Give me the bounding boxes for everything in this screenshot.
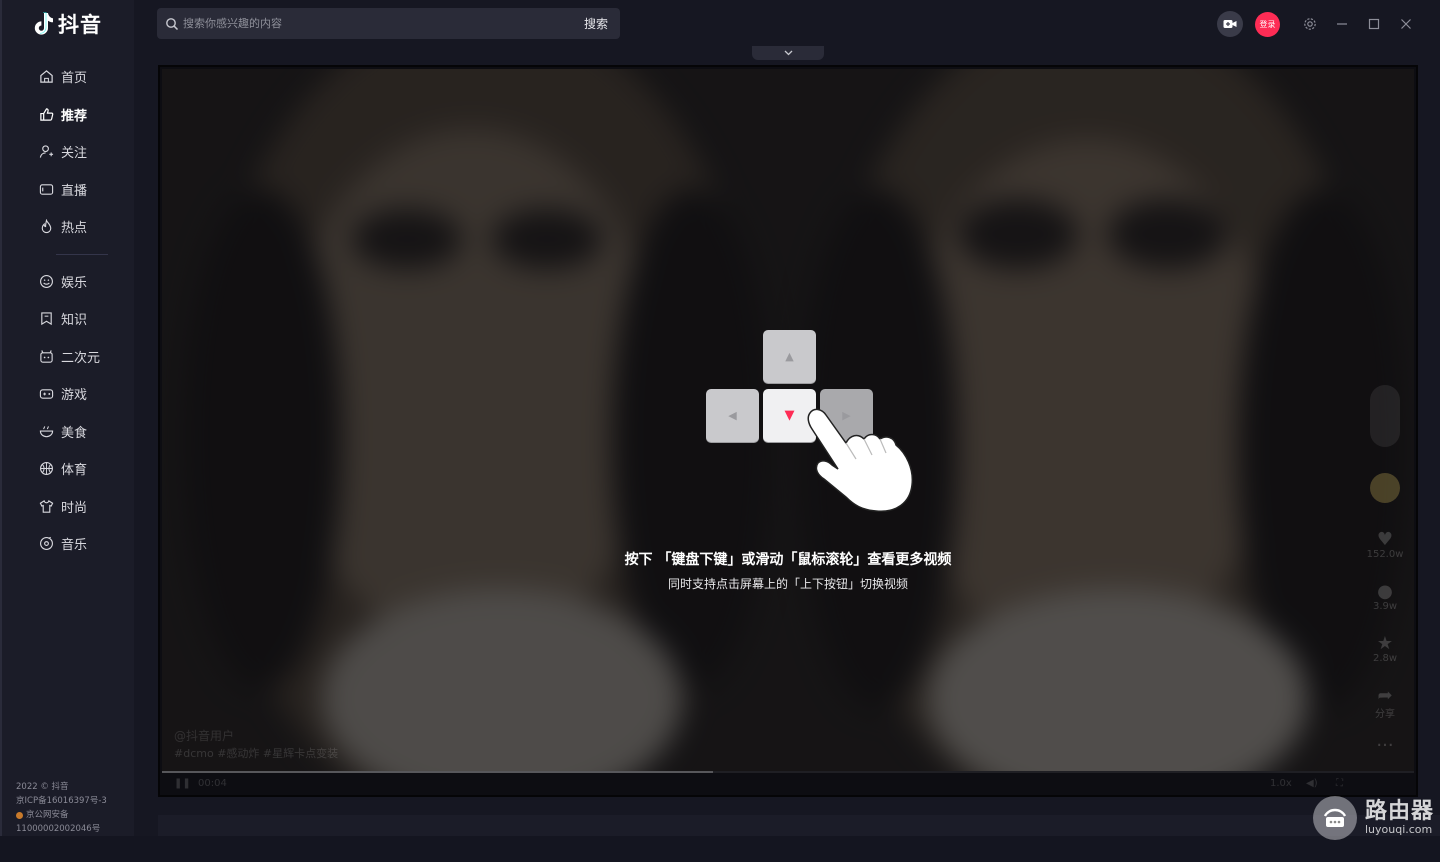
sidebar-item-games[interactable]: 游戏 xyxy=(38,375,128,413)
bottom-strip xyxy=(158,815,1440,836)
volume-icon[interactable]: ◀) xyxy=(1306,778,1318,789)
sidebar-item-anime[interactable]: 二次元 xyxy=(38,338,128,376)
sidebar-item-hot[interactable]: 热点 xyxy=(38,208,128,246)
music-disc-icon xyxy=(38,535,55,552)
player-controls: ❚❚ 00:04 1.0x ◀) ⛶ xyxy=(162,774,1414,794)
smile-icon xyxy=(38,273,55,290)
sidebar-item-label: 美食 xyxy=(61,425,88,441)
sidebar-item-follow[interactable]: 关注 xyxy=(38,133,128,171)
sidebar-item-label: 知识 xyxy=(61,313,88,329)
watermark-site: luyouqi.com xyxy=(1364,823,1433,836)
pause-button[interactable]: ❚❚ xyxy=(174,778,191,789)
sidebar-item-sports[interactable]: 体育 xyxy=(38,450,128,488)
search-input[interactable] xyxy=(183,17,573,30)
sidebar-item-live[interactable]: 直播 xyxy=(38,171,128,209)
login-button[interactable]: 登录 xyxy=(1255,11,1280,37)
sidebar-item-label: 二次元 xyxy=(61,350,101,366)
anime-icon xyxy=(38,348,55,365)
shirt-icon xyxy=(38,498,55,515)
sidebar-item-label: 娱乐 xyxy=(61,275,88,291)
arrow-key-up: ▲ xyxy=(763,330,816,383)
book-icon xyxy=(38,310,55,327)
speed-button[interactable]: 1.0x xyxy=(1270,778,1292,789)
maximize-button[interactable] xyxy=(1364,14,1384,34)
police-record-number: 11000002002046号 xyxy=(16,824,101,834)
app-logo[interactable]: 抖音 xyxy=(32,9,102,39)
close-icon xyxy=(1401,19,1411,29)
keyboard-guide-overlay: ▲ ◀ ▼ ▶ 按下 「键盘下键」或滑动「鼠标滚轮」查看更多视频 同时支持点击屏… xyxy=(162,69,1414,771)
search-bar: 搜索 xyxy=(157,8,620,39)
video-progress-bar[interactable] xyxy=(162,771,1414,773)
icp-link[interactable]: 京ICP备16016397号-3 xyxy=(16,794,107,808)
video-progress-fill xyxy=(162,771,713,773)
sidebar-divider xyxy=(56,253,108,255)
playback-time: 00:04 xyxy=(198,778,227,789)
app-window: 抖音 首页 推荐 关注 直播 热点 娱乐 知识 二次元 游戏 美食 体育 时尚 … xyxy=(0,0,1440,862)
app-name: 抖音 xyxy=(58,13,102,37)
sidebar-item-label: 推荐 xyxy=(61,108,88,124)
sidebar-item-label: 热点 xyxy=(61,221,88,237)
sidebar-item-label: 体育 xyxy=(61,463,88,479)
gear-icon xyxy=(1304,18,1316,30)
video-camera-icon xyxy=(1223,20,1237,28)
arrow-key-left: ◀ xyxy=(706,389,759,442)
fullscreen-icon[interactable]: ⛶ xyxy=(1336,778,1343,789)
sidebar-item-home[interactable]: 首页 xyxy=(38,58,128,96)
video-frame[interactable]: @抖音用户 #dcmo #感动炸 #星辉卡点变装 ♥ 152.0w ● 3.9w… xyxy=(162,69,1414,771)
pointing-hand-icon xyxy=(807,408,914,512)
sidebar-item-music[interactable]: 音乐 xyxy=(38,525,128,563)
router-logo-icon xyxy=(1312,796,1357,840)
police-record-label: 京公网安备 xyxy=(26,810,69,820)
gamepad-icon xyxy=(38,385,55,402)
chevron-down-icon xyxy=(784,50,792,56)
window-bottom-bar xyxy=(0,836,1440,862)
upload-video-button[interactable] xyxy=(1217,11,1243,37)
triangle-left-icon: ◀ xyxy=(728,409,737,422)
collapse-header-toggle[interactable] xyxy=(752,46,824,60)
triangle-down-icon: ▼ xyxy=(784,408,795,423)
sidebar-item-food[interactable]: 美食 xyxy=(38,413,128,451)
sidebar-item-label: 游戏 xyxy=(61,388,88,404)
search-icon xyxy=(166,17,179,30)
police-record-link[interactable]: 京公网安备 xyxy=(16,808,107,822)
close-button[interactable] xyxy=(1396,14,1416,34)
sidebar-item-label: 直播 xyxy=(61,183,88,199)
watermark-title: 路由器 xyxy=(1364,799,1434,824)
police-badge-icon xyxy=(16,811,23,819)
copyright-text: 2022 © 抖音 xyxy=(16,782,69,792)
video-player[interactable]: @抖音用户 #dcmo #感动炸 #星辉卡点变装 ♥ 152.0w ● 3.9w… xyxy=(158,65,1418,797)
site-watermark: 路由器 luyouqi.com xyxy=(1312,796,1434,840)
sidebar-item-label: 关注 xyxy=(61,146,88,162)
watermark-text: 路由器 luyouqi.com xyxy=(1365,800,1434,836)
guide-main-text: 按下 「键盘下键」或滑动「鼠标滚轮」查看更多视频 xyxy=(624,552,952,568)
sidebar-footer: 2022 © 抖音 京ICP备16016397号-3 京公网安备 1100000… xyxy=(16,780,107,836)
live-tv-icon xyxy=(38,181,55,198)
douyin-logo-icon xyxy=(34,12,53,35)
guide-sub-text: 同时支持点击屏幕上的「上下按钮」切换视频 xyxy=(667,577,908,591)
maximize-icon xyxy=(1368,18,1380,30)
sidebar-item-entertainment[interactable]: 娱乐 xyxy=(38,263,128,301)
top-right-controls: 登录 xyxy=(1217,11,1416,37)
sidebar: 抖音 首页 推荐 关注 直播 热点 娱乐 知识 二次元 游戏 美食 体育 时尚 … xyxy=(0,0,134,836)
flame-icon xyxy=(38,218,55,235)
minimize-icon xyxy=(1337,23,1347,25)
minimize-button[interactable] xyxy=(1332,14,1352,34)
sidebar-item-recommend[interactable]: 推荐 xyxy=(38,96,128,134)
search-button[interactable]: 搜索 xyxy=(584,15,608,32)
thumbs-up-icon xyxy=(38,106,55,123)
bowl-icon xyxy=(38,423,55,440)
follow-user-icon xyxy=(38,143,55,160)
sidebar-item-label: 首页 xyxy=(61,71,88,87)
home-icon xyxy=(38,68,55,85)
sidebar-item-label: 时尚 xyxy=(61,500,88,516)
sidebar-item-fashion[interactable]: 时尚 xyxy=(38,488,128,526)
ball-icon xyxy=(38,460,55,477)
sidebar-item-label: 音乐 xyxy=(61,538,88,554)
settings-button[interactable] xyxy=(1300,14,1320,34)
sidebar-nav: 首页 推荐 关注 直播 热点 娱乐 知识 二次元 游戏 美食 体育 时尚 音乐 xyxy=(38,58,128,563)
triangle-up-icon: ▲ xyxy=(785,350,794,363)
sidebar-item-knowledge[interactable]: 知识 xyxy=(38,300,128,338)
